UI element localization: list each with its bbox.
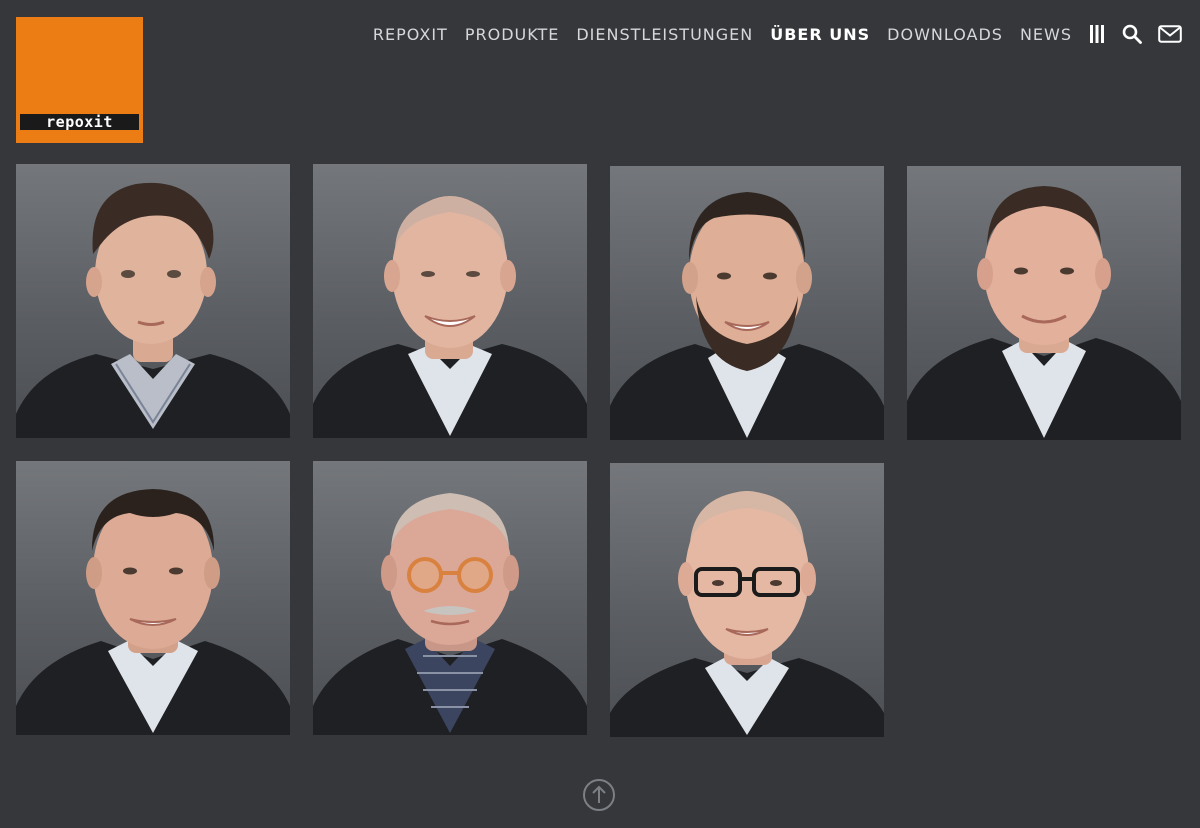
repoxit-logo[interactable]: repoxit (16, 17, 143, 143)
nav-item-produkte[interactable]: PRODUKTE (465, 25, 560, 44)
mail-icon[interactable] (1158, 25, 1182, 43)
portrait-photo (610, 491, 884, 737)
team-member-card[interactable] (313, 164, 587, 438)
nav-item-dienstleistungen[interactable]: DIENSTLEISTUNGEN (576, 25, 753, 44)
team-member-card[interactable] (313, 461, 587, 735)
portrait-photo (16, 489, 290, 735)
nav-item-ueber-uns[interactable]: ÜBER UNS (770, 25, 870, 44)
team-member-card[interactable] (610, 166, 884, 440)
menu-icon[interactable] (1088, 24, 1106, 44)
team-member-card[interactable] (610, 463, 884, 737)
portrait-photo (907, 186, 1181, 440)
arrow-up-circle-icon (583, 779, 615, 811)
nav-item-news[interactable]: NEWS (1020, 25, 1072, 44)
logo-wordmark: repoxit (20, 114, 139, 130)
scroll-to-top-button[interactable] (583, 779, 615, 811)
portrait-photo (313, 493, 587, 735)
team-member-card[interactable] (16, 461, 290, 735)
portrait-photo (313, 196, 587, 438)
portrait-photo (16, 182, 290, 438)
portrait-photo (610, 192, 884, 440)
team-member-card[interactable] (907, 166, 1181, 440)
team-member-card[interactable] (16, 164, 290, 438)
main-navigation: REPOXIT PRODUKTE DIENSTLEISTUNGEN ÜBER U… (356, 22, 1182, 46)
page: repoxit REPOXIT PRODUKTE DIENSTLEISTUNGE… (0, 0, 1200, 828)
nav-item-downloads[interactable]: DOWNLOADS (887, 25, 1003, 44)
search-icon[interactable] (1122, 24, 1142, 44)
nav-item-repoxit[interactable]: REPOXIT (373, 25, 448, 44)
